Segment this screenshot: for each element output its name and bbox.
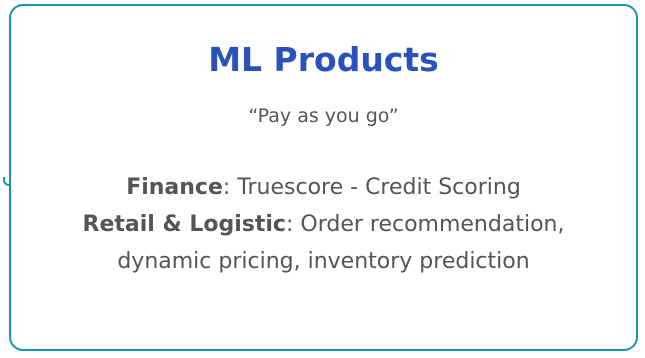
card-title: ML Products — [208, 40, 439, 79]
card-subtitle: “Pay as you go” — [248, 105, 399, 127]
finance-label: Finance — [126, 175, 223, 200]
retail-logistic-continuation: dynamic pricing, inventory prediction — [117, 249, 530, 274]
ml-products-card: ML Products “Pay as you go” Finance: Tru… — [9, 4, 638, 351]
finance-line: Finance: Truescore - Credit Scoring — [11, 169, 636, 206]
card-body: Finance: Truescore - Credit Scoring Reta… — [11, 169, 636, 280]
retail-logistic-text: : Order recommendation, — [285, 212, 565, 237]
finance-text: : Truescore - Credit Scoring — [222, 175, 521, 200]
retail-logistic-line: Retail & Logistic: Order recommendation, — [11, 206, 636, 243]
retail-logistic-label: Retail & Logistic — [82, 212, 286, 237]
